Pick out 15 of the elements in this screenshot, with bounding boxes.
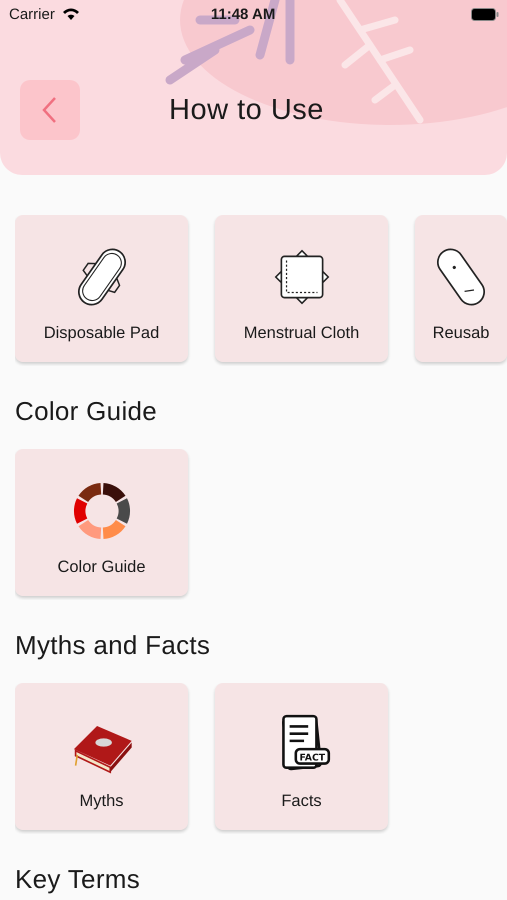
carrier-label: Carrier	[9, 6, 55, 22]
back-button[interactable]	[20, 80, 80, 140]
section-title: Key Terms	[15, 864, 142, 895]
battery-icon	[471, 8, 499, 20]
category-card[interactable]: Color Guide	[15, 449, 188, 596]
wifi-icon	[60, 7, 81, 21]
section-title: Myths and Facts	[15, 630, 212, 661]
section-title: Color Guide	[15, 396, 158, 427]
category-card[interactable]: Menstrual Cloth	[215, 215, 388, 362]
status-time: 11:48 AM	[210, 6, 276, 22]
category-card[interactable]: Myths	[15, 683, 188, 830]
page-title: How to Use	[169, 94, 324, 126]
category-card[interactable]: FACT Facts	[215, 683, 388, 830]
category-card[interactable]: Disposable Pad	[15, 215, 188, 362]
category-card[interactable]: Reusab	[415, 215, 507, 362]
